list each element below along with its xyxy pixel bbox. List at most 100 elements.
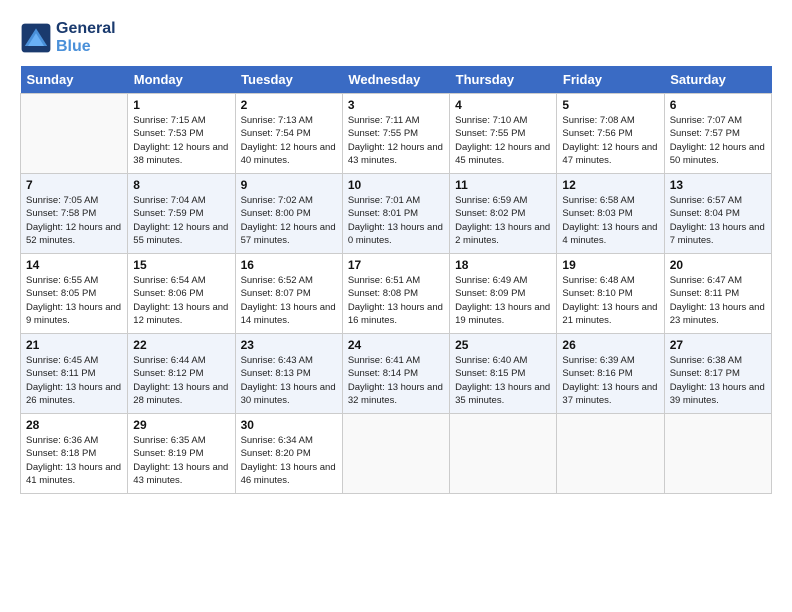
calendar-cell: 23 Sunrise: 6:43 AMSunset: 8:13 PMDayligh… (235, 334, 342, 414)
calendar-cell (450, 414, 557, 494)
week-row-5: 28 Sunrise: 6:36 AMSunset: 8:18 PMDayligh… (21, 414, 772, 494)
day-number: 6 (670, 98, 766, 112)
calendar-cell: 21Sunrise: 6:45 AMSunset: 8:11 PMDayligh… (21, 334, 128, 414)
calendar-cell: 3 Sunrise: 7:11 AMSunset: 7:55 PMDaylight… (342, 94, 449, 174)
day-number: 1 (133, 98, 229, 112)
day-number: 26 (562, 338, 658, 352)
calendar-cell: 9Sunrise: 7:02 AMSunset: 8:00 PMDaylight… (235, 174, 342, 254)
calendar-cell: 24 Sunrise: 6:41 AMSunset: 8:14 PMDayligh… (342, 334, 449, 414)
day-number: 2 (241, 98, 337, 112)
day-info: Sunrise: 7:02 AMSunset: 8:00 PMDaylight:… (241, 194, 337, 247)
day-number: 22 (133, 338, 229, 352)
calendar-cell (557, 414, 664, 494)
calendar-cell: 15 Sunrise: 6:54 AMSunset: 8:06 PMDayligh… (128, 254, 235, 334)
day-number: 8 (133, 178, 229, 192)
week-row-2: 7 Sunrise: 7:05 AMSunset: 7:58 PMDaylight… (21, 174, 772, 254)
day-number: 18 (455, 258, 551, 272)
day-info: Sunrise: 6:55 AMSunset: 8:05 PMDaylight:… (26, 274, 122, 327)
calendar-cell: 8 Sunrise: 7:04 AMSunset: 7:59 PMDaylight… (128, 174, 235, 254)
day-number: 21 (26, 338, 122, 352)
weekday-header-wednesday: Wednesday (342, 66, 449, 94)
calendar-cell: 19Sunrise: 6:48 AMSunset: 8:10 PMDayligh… (557, 254, 664, 334)
day-number: 15 (133, 258, 229, 272)
calendar-cell: 7 Sunrise: 7:05 AMSunset: 7:58 PMDaylight… (21, 174, 128, 254)
weekday-header-monday: Monday (128, 66, 235, 94)
day-number: 11 (455, 178, 551, 192)
calendar-cell: 5Sunrise: 7:08 AMSunset: 7:56 PMDaylight… (557, 94, 664, 174)
weekday-header-sunday: Sunday (21, 66, 128, 94)
week-row-1: 1 Sunrise: 7:15 AMSunset: 7:53 PMDaylight… (21, 94, 772, 174)
weekday-header-friday: Friday (557, 66, 664, 94)
day-number: 14 (26, 258, 122, 272)
calendar-cell: 1 Sunrise: 7:15 AMSunset: 7:53 PMDaylight… (128, 94, 235, 174)
day-number: 27 (670, 338, 766, 352)
day-number: 29 (133, 418, 229, 432)
day-info: Sunrise: 7:04 AMSunset: 7:59 PMDaylight:… (133, 194, 229, 247)
day-info: Sunrise: 6:59 AMSunset: 8:02 PMDaylight:… (455, 194, 551, 247)
day-info: Sunrise: 7:08 AMSunset: 7:56 PMDaylight:… (562, 114, 658, 167)
day-number: 20 (670, 258, 766, 272)
day-number: 3 (348, 98, 444, 112)
weekday-header-row: SundayMondayTuesdayWednesdayThursdayFrid… (21, 66, 772, 94)
day-number: 24 (348, 338, 444, 352)
day-info: Sunrise: 6:38 AMSunset: 8:17 PMDaylight:… (670, 354, 766, 407)
weekday-header-thursday: Thursday (450, 66, 557, 94)
day-info: Sunrise: 6:54 AMSunset: 8:06 PMDaylight:… (133, 274, 229, 327)
day-number: 12 (562, 178, 658, 192)
day-number: 28 (26, 418, 122, 432)
day-number: 10 (348, 178, 444, 192)
day-info: Sunrise: 6:52 AMSunset: 8:07 PMDaylight:… (241, 274, 337, 327)
day-number: 7 (26, 178, 122, 192)
day-info: Sunrise: 6:51 AMSunset: 8:08 PMDaylight:… (348, 274, 444, 327)
week-row-4: 21Sunrise: 6:45 AMSunset: 8:11 PMDayligh… (21, 334, 772, 414)
day-number: 16 (241, 258, 337, 272)
day-info: Sunrise: 7:10 AMSunset: 7:55 PMDaylight:… (455, 114, 551, 167)
day-info: Sunrise: 6:58 AMSunset: 8:03 PMDaylight:… (562, 194, 658, 247)
calendar-cell: 13 Sunrise: 6:57 AMSunset: 8:04 PMDayligh… (664, 174, 771, 254)
day-number: 4 (455, 98, 551, 112)
calendar-cell (664, 414, 771, 494)
calendar-cell: 16 Sunrise: 6:52 AMSunset: 8:07 PMDayligh… (235, 254, 342, 334)
calendar-cell: 11 Sunrise: 6:59 AMSunset: 8:02 PMDayligh… (450, 174, 557, 254)
day-info: Sunrise: 6:49 AMSunset: 8:09 PMDaylight:… (455, 274, 551, 327)
week-row-3: 14 Sunrise: 6:55 AMSunset: 8:05 PMDayligh… (21, 254, 772, 334)
day-info: Sunrise: 6:44 AMSunset: 8:12 PMDaylight:… (133, 354, 229, 407)
logo-icon (20, 22, 52, 54)
calendar-cell: 22 Sunrise: 6:44 AMSunset: 8:12 PMDayligh… (128, 334, 235, 414)
calendar-cell: 20Sunrise: 6:47 AMSunset: 8:11 PMDayligh… (664, 254, 771, 334)
calendar-cell: 17 Sunrise: 6:51 AMSunset: 8:08 PMDayligh… (342, 254, 449, 334)
day-number: 13 (670, 178, 766, 192)
day-info: Sunrise: 6:34 AMSunset: 8:20 PMDaylight:… (241, 434, 337, 487)
day-info: Sunrise: 7:07 AMSunset: 7:57 PMDaylight:… (670, 114, 766, 167)
day-info: Sunrise: 6:41 AMSunset: 8:14 PMDaylight:… (348, 354, 444, 407)
day-info: Sunrise: 7:15 AMSunset: 7:53 PMDaylight:… (133, 114, 229, 167)
calendar-cell (342, 414, 449, 494)
calendar-cell: 30 Sunrise: 6:34 AMSunset: 8:20 PMDayligh… (235, 414, 342, 494)
day-info: Sunrise: 7:01 AMSunset: 8:01 PMDaylight:… (348, 194, 444, 247)
calendar-cell: 25Sunrise: 6:40 AMSunset: 8:15 PMDayligh… (450, 334, 557, 414)
day-info: Sunrise: 6:43 AMSunset: 8:13 PMDaylight:… (241, 354, 337, 407)
calendar-cell: 12 Sunrise: 6:58 AMSunset: 8:03 PMDayligh… (557, 174, 664, 254)
calendar-cell: 14 Sunrise: 6:55 AMSunset: 8:05 PMDayligh… (21, 254, 128, 334)
calendar-cell: 27 Sunrise: 6:38 AMSunset: 8:17 PMDayligh… (664, 334, 771, 414)
calendar-cell: 6 Sunrise: 7:07 AMSunset: 7:57 PMDaylight… (664, 94, 771, 174)
weekday-header-tuesday: Tuesday (235, 66, 342, 94)
calendar-table: SundayMondayTuesdayWednesdayThursdayFrid… (20, 66, 772, 494)
calendar-cell: 26 Sunrise: 6:39 AMSunset: 8:16 PMDayligh… (557, 334, 664, 414)
day-number: 30 (241, 418, 337, 432)
day-info: Sunrise: 7:11 AMSunset: 7:55 PMDaylight:… (348, 114, 444, 167)
logo: General Blue (20, 20, 116, 56)
calendar-cell: 4 Sunrise: 7:10 AMSunset: 7:55 PMDaylight… (450, 94, 557, 174)
day-info: Sunrise: 6:35 AMSunset: 8:19 PMDaylight:… (133, 434, 229, 487)
day-number: 17 (348, 258, 444, 272)
day-info: Sunrise: 7:05 AMSunset: 7:58 PMDaylight:… (26, 194, 122, 247)
logo-text: General Blue (56, 20, 116, 56)
calendar-cell: 2Sunrise: 7:13 AMSunset: 7:54 PMDaylight… (235, 94, 342, 174)
calendar-cell: 29 Sunrise: 6:35 AMSunset: 8:19 PMDayligh… (128, 414, 235, 494)
day-number: 23 (241, 338, 337, 352)
calendar-cell: 10 Sunrise: 7:01 AMSunset: 8:01 PMDayligh… (342, 174, 449, 254)
day-info: Sunrise: 6:39 AMSunset: 8:16 PMDaylight:… (562, 354, 658, 407)
calendar-cell: 28 Sunrise: 6:36 AMSunset: 8:18 PMDayligh… (21, 414, 128, 494)
day-info: Sunrise: 6:57 AMSunset: 8:04 PMDaylight:… (670, 194, 766, 247)
day-info: Sunrise: 6:36 AMSunset: 8:18 PMDaylight:… (26, 434, 122, 487)
